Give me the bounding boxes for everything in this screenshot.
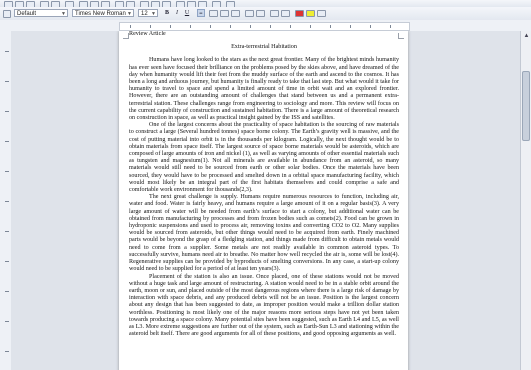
document-header: Review Article [129,31,166,37]
ruler-tick [5,291,9,292]
ruler-tick [150,25,151,28]
ruler-tick [330,25,331,28]
align-right-icon[interactable] [220,10,229,17]
ruler-tick [230,25,231,28]
document-canvas[interactable]: Review Article Extra-terrestrial Habitat… [11,31,520,370]
paragraph: Placement of the station is also an issu… [129,273,399,338]
increase-indent-icon[interactable] [281,10,290,17]
font-color-icon[interactable] [295,10,304,17]
document-page[interactable]: Review Article Extra-terrestrial Habitat… [119,31,408,370]
ruler-tick [370,25,371,28]
scrollbar-thumb[interactable] [522,71,530,141]
scroll-up-icon[interactable]: ▲ [522,32,531,41]
chevron-down-icon: ▼ [151,11,156,17]
ruler-tick [5,351,9,352]
ruler-tick [270,25,271,28]
paragraph: The next great challenge is supply. Huma… [129,194,399,273]
ruler-tick [5,171,9,172]
paragraph-style-value: Default [17,11,37,17]
ruler-page-area [119,22,410,31]
ruler-tick [5,141,9,142]
ruler-tick [250,25,251,28]
ruler-tick [290,25,291,28]
numbering-icon[interactable] [245,10,254,17]
ruler-tick [350,25,351,28]
formatting-toolbar: Default ▼ Times New Roman ▼ 12 ▼ B I U ≡ [0,7,531,21]
font-name-select[interactable]: Times New Roman ▼ [72,9,134,17]
vertical-scrollbar[interactable]: ▲ [520,31,531,370]
ruler-tick [5,81,9,82]
ruler-tick [130,25,131,28]
font-size-value: 12 [141,11,148,17]
paragraph: Humans have long looked to the stars as … [129,57,399,122]
document-title: Extra-terrestrial Habitation [231,44,297,51]
paragraph: One of the largest concerns about the pr… [129,122,399,194]
font-name-value: Times New Roman [75,11,126,17]
chevron-down-icon: ▼ [127,11,132,17]
bullets-icon[interactable] [256,10,265,17]
styles-icon[interactable] [3,10,11,18]
ruler-tick [5,261,9,262]
ruler-tick [310,25,311,28]
background-color-icon[interactable] [317,10,326,17]
ruler-tick [5,231,9,232]
ruler-tick [5,201,9,202]
ruler-tick [190,25,191,28]
font-size-select[interactable]: 12 ▼ [138,9,158,17]
italic-button[interactable]: I [173,9,181,17]
ruler-tick [5,321,9,322]
align-left-button[interactable]: ≡ [197,9,205,17]
ruler-tick [170,25,171,28]
ruler-tick [5,111,9,112]
ruler-tick [390,25,391,28]
align-center-icon[interactable] [209,10,218,17]
document-text-area[interactable]: Review Article Extra-terrestrial Habitat… [129,31,399,338]
underline-button[interactable]: U [183,9,191,17]
decrease-indent-icon[interactable] [270,10,279,17]
ruler-tick [210,25,211,28]
highlight-icon[interactable] [306,10,315,17]
justify-icon[interactable] [231,10,240,17]
chevron-down-icon: ▼ [61,11,66,17]
bold-button[interactable]: B [163,9,171,17]
ruler-tick [5,51,9,52]
paragraph-style-select[interactable]: Default ▼ [14,9,68,17]
